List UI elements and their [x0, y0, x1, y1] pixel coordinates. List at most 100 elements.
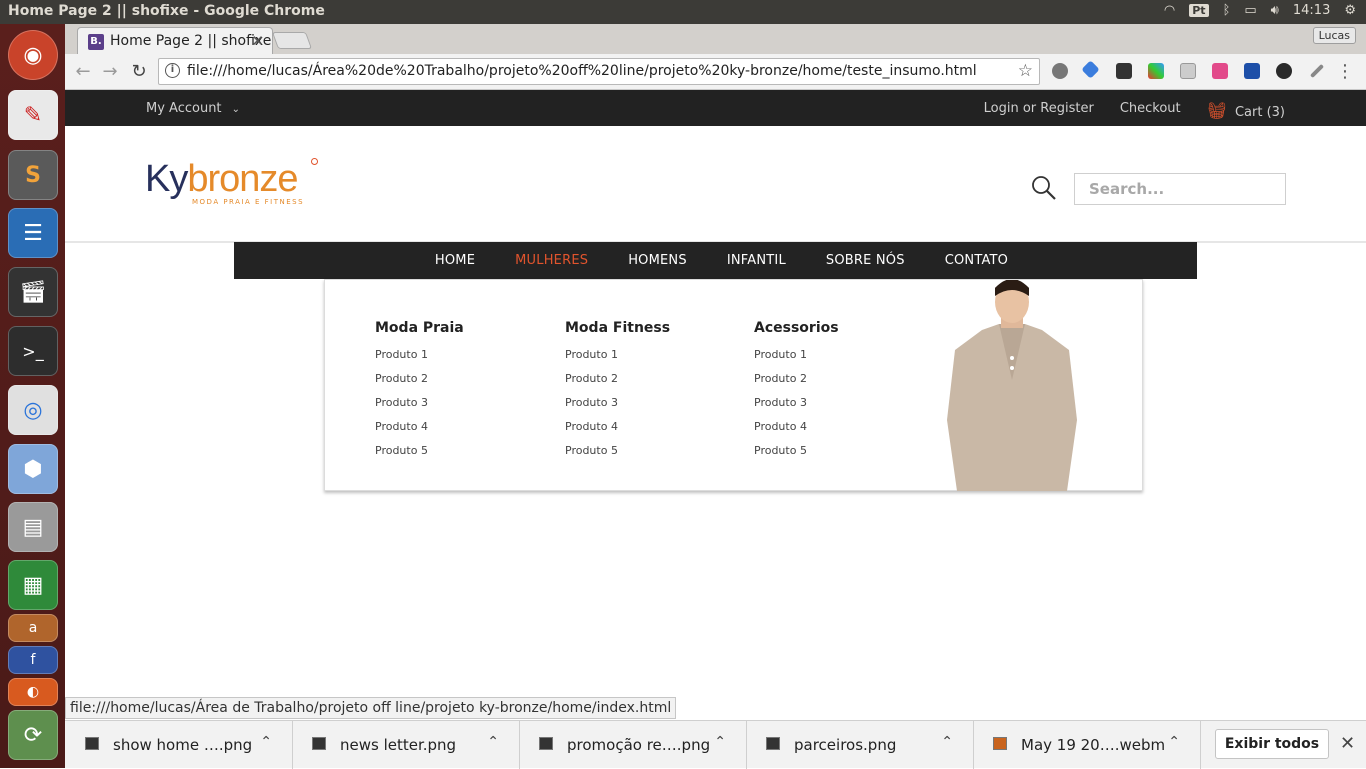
keyboard-layout[interactable]: Pt [1189, 4, 1209, 17]
favicon-icon: B. [88, 34, 104, 50]
mega-menu-link[interactable]: Produto 1 [754, 348, 839, 372]
nav-item-contato[interactable]: CONTATO [925, 242, 1028, 279]
extension-bookmark-icon[interactable] [1244, 63, 1260, 79]
cart-link[interactable]: 🧺︎ Cart (3) [1207, 101, 1285, 120]
active-tab[interactable]: B. Home Page 2 || shofixe ✕ [77, 27, 273, 54]
site-logo[interactable]: Kybronze MODA PRAIA E FITNESS [145, 158, 318, 206]
mega-menu-link[interactable]: Produto 3 [375, 396, 464, 420]
download-item[interactable]: promoção re….png ⌃ [519, 721, 747, 769]
mega-menu-link[interactable]: Produto 5 [754, 444, 839, 468]
my-account-dropdown[interactable]: My Account ⌄ [146, 101, 240, 116]
download-item[interactable]: May 19 20….webm ⌃ [973, 721, 1201, 769]
bookmark-star-icon[interactable]: ☆ [1018, 61, 1033, 81]
extension-film-icon[interactable] [1116, 63, 1132, 79]
download-filename: parceiros.png [794, 736, 897, 754]
search-input[interactable] [1074, 173, 1286, 205]
extension-eyedropper-icon[interactable] [1309, 63, 1325, 79]
download-item[interactable]: show home ….png ⌃ [65, 721, 293, 769]
terminal-icon[interactable]: >_ [8, 326, 58, 376]
bluetooth-icon[interactable]: ᛒ [1223, 3, 1231, 18]
wifi-icon[interactable]: ◠ [1164, 3, 1175, 18]
menu-icon[interactable]: ⋮ [1333, 60, 1357, 84]
mega-menu-link[interactable]: Produto 2 [375, 372, 464, 396]
extension-camera-icon[interactable] [1212, 63, 1228, 79]
chevron-up-icon[interactable]: ⌃ [1168, 734, 1180, 750]
download-item[interactable]: parceiros.png ⌃ [746, 721, 974, 769]
mega-menu-link[interactable]: Produto 1 [375, 348, 464, 372]
pdf-viewer-icon[interactable]: ✎ [8, 90, 58, 140]
mega-column-title[interactable]: Moda Praia [375, 320, 464, 336]
close-tab-icon[interactable]: ✕ [251, 32, 264, 50]
address-bar[interactable]: i file:///home/lucas/Área%20de%20Trabalh… [158, 58, 1040, 85]
download-item[interactable]: news letter.png ⌃ [292, 721, 520, 769]
ubuntu-dash-icon[interactable]: ◉ [8, 30, 58, 80]
site-top-bar: My Account ⌄ Login or Register Checkout … [65, 90, 1366, 126]
show-all-downloads-button[interactable]: Exibir todos [1215, 729, 1329, 759]
info-icon[interactable]: i [165, 63, 180, 78]
mega-column-acessorios: Acessorios Produto 1 Produto 2 Produto 3 Pro… [754, 320, 839, 468]
mega-menu-link[interactable]: Produto 2 [754, 372, 839, 396]
extension-globe-icon[interactable] [1052, 63, 1068, 79]
mega-menu-link[interactable]: Produto 5 [375, 444, 464, 468]
volume-icon[interactable]: 🔊︎ [1271, 3, 1279, 18]
nav-item-homens[interactable]: HOMENS [608, 242, 707, 279]
mega-menu-link[interactable]: Produto 2 [565, 372, 670, 396]
clock[interactable]: 14:13 [1293, 3, 1330, 18]
nav-item-home[interactable]: HOME [415, 242, 495, 279]
battery-icon[interactable]: ▭ [1244, 3, 1256, 18]
software-center-icon[interactable]: a [8, 614, 58, 642]
image-file-icon [85, 737, 99, 750]
url-text[interactable]: file:///home/lucas/Área%20de%20Trabalho/… [187, 63, 977, 79]
chevron-up-icon[interactable]: ⌃ [714, 734, 726, 750]
chevron-down-icon: ⌄ [231, 104, 241, 115]
mega-menu-link[interactable]: Produto 4 [754, 420, 839, 444]
updater-icon[interactable]: ⟳ [8, 710, 58, 760]
gear-icon[interactable]: ⚙ [1344, 3, 1356, 18]
chrome-icon[interactable]: ◎ [8, 385, 58, 435]
close-shelf-icon[interactable]: ✕ [1340, 733, 1355, 754]
new-tab-button[interactable] [271, 32, 313, 49]
sublime-text-icon[interactable]: S [8, 150, 58, 200]
extension-cube-icon[interactable] [1180, 63, 1196, 79]
registered-mark-icon [311, 158, 318, 165]
profile-button[interactable]: Lucas [1312, 27, 1356, 44]
login-link[interactable]: Login or Register [984, 101, 1094, 120]
writer-icon[interactable]: ☰ [8, 208, 58, 258]
nav-item-sobre-n-s[interactable]: SOBRE NÓS [806, 242, 925, 279]
mega-menu-link[interactable]: Produto 3 [565, 396, 670, 420]
model-image [947, 280, 1077, 491]
mega-menu-link[interactable]: Produto 4 [565, 420, 670, 444]
reload-icon[interactable]: ↻ [127, 60, 151, 84]
tab-strip: B. Home Page 2 || shofixe ✕ Lucas [65, 24, 1366, 54]
firefox-icon[interactable]: ◐ [8, 678, 58, 706]
image-file-icon [539, 737, 553, 750]
calc-icon[interactable]: ▦ [8, 560, 58, 610]
mega-menu-link[interactable]: Produto 1 [565, 348, 670, 372]
mega-column-title[interactable]: Moda Fitness [565, 320, 670, 336]
facebook-icon[interactable]: f [8, 646, 58, 674]
nav-item-mulheres[interactable]: MULHERES [495, 242, 608, 279]
image-file-icon [312, 737, 326, 750]
mega-menu-link[interactable]: Produto 4 [375, 420, 464, 444]
back-icon[interactable]: ← [71, 60, 95, 84]
chevron-up-icon[interactable]: ⌃ [941, 734, 953, 750]
extension-circle-icon[interactable] [1276, 63, 1292, 79]
mega-menu-link[interactable]: Produto 3 [754, 396, 839, 420]
checkout-link[interactable]: Checkout [1120, 101, 1181, 120]
chevron-up-icon[interactable]: ⌃ [487, 734, 499, 750]
mega-column-moda-praia: Moda Praia Produto 1 Produto 2 Produto 3 Pro… [375, 320, 464, 468]
mega-column-title[interactable]: Acessorios [754, 320, 839, 336]
download-filename: promoção re….png [567, 736, 711, 754]
extension-diamond-icon[interactable] [1081, 60, 1100, 79]
video-editor-icon[interactable]: 🎬︎ [8, 267, 58, 317]
tab-title: Home Page 2 || shofixe [110, 33, 272, 49]
nav-item-infantil[interactable]: INFANTIL [707, 242, 806, 279]
extension-color-icon[interactable] [1148, 63, 1164, 79]
virtualbox-icon[interactable]: ⬢ [8, 444, 58, 494]
files-icon[interactable]: ▤ [8, 502, 58, 552]
mega-menu-link[interactable]: Produto 5 [565, 444, 670, 468]
forward-icon[interactable]: → [98, 60, 122, 84]
chevron-up-icon[interactable]: ⌃ [260, 734, 272, 750]
search-icon[interactable] [1031, 175, 1057, 201]
download-filename: news letter.png [340, 736, 457, 754]
